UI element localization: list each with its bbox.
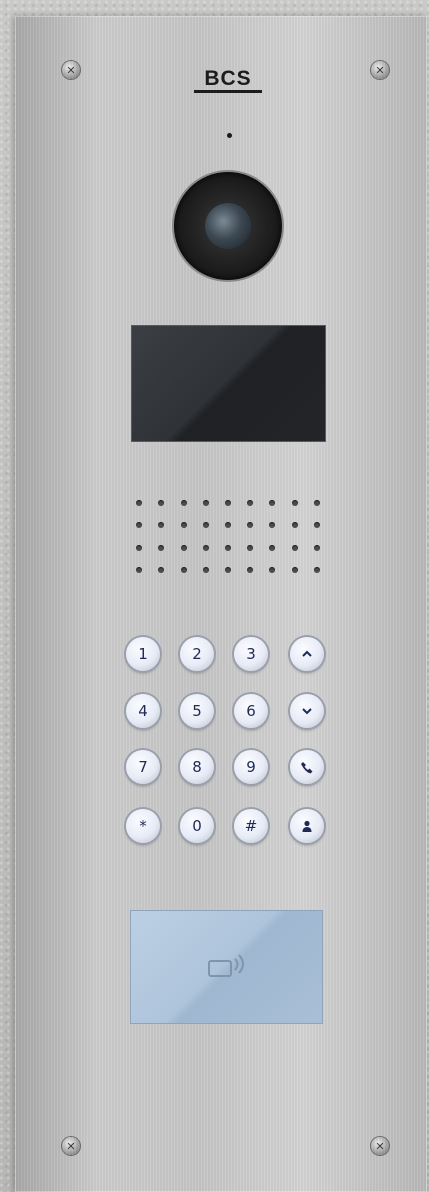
speaker-hole [224,500,231,506]
key-6[interactable]: 6 [234,694,268,728]
speaker-hole [180,544,187,551]
speaker-hole [291,566,298,573]
key-9[interactable]: 9 [234,750,268,784]
speaker-hole [291,522,298,529]
speaker-hole [291,544,298,551]
speaker-hole [247,522,254,529]
chevron-down-icon [300,704,314,718]
speaker-hole [247,544,254,551]
speaker-hole [202,522,209,529]
key-0[interactable]: 0 [180,809,214,843]
key-label: 7 [138,758,148,776]
key-label: # [244,817,258,835]
speaker-hole [158,544,165,551]
speaker-hole [247,500,254,506]
indicator-led [227,133,232,138]
speaker-hole [180,500,187,506]
nfc-card-icon [208,954,244,977]
key-label: 4 [138,702,148,720]
speaker-hole [202,544,209,551]
key-3[interactable]: 3 [234,637,268,671]
chevron-up-icon [300,647,314,661]
key-label: 6 [246,702,256,720]
speaker-hole [269,566,276,573]
speaker-hole [158,566,165,573]
person-icon [300,819,314,833]
key-1[interactable]: 1 [126,637,160,671]
key-label: 3 [246,645,256,663]
speaker-hole [158,522,165,529]
key-label: 9 [246,758,256,776]
screw-icon: ✕ [62,1137,80,1155]
display-screen [131,325,326,442]
call-key[interactable] [290,750,324,784]
speaker-hole [269,500,276,506]
camera-lens-icon [205,203,251,249]
key-label: 0 [192,817,202,835]
speaker-hole [180,566,187,573]
speaker-hole [313,544,320,551]
key-label: 8 [192,758,202,776]
key-label: 5 [192,702,202,720]
card-reader[interactable] [130,910,323,1024]
speaker-hole [136,522,143,529]
speaker-hole [247,566,254,573]
key-label: 1 [138,645,148,663]
speaker-hole [313,500,320,506]
speaker-hole [202,500,209,506]
brand-logo: BCS [194,68,262,93]
speaker-hole [136,544,143,551]
screw-icon: ✕ [371,61,389,79]
phone-icon [300,760,314,774]
speaker-hole [224,544,231,551]
key-8[interactable]: 8 [180,750,214,784]
key-5[interactable]: 5 [180,694,214,728]
speaker-hole [269,544,276,551]
up-arrow-key[interactable] [290,637,324,671]
key-label: * [139,817,147,835]
key-star[interactable]: * [126,809,160,843]
speaker-hole [269,522,276,529]
speaker-hole [313,522,320,529]
key-label: 2 [192,645,202,663]
key-7[interactable]: 7 [126,750,160,784]
speaker-hole [224,522,231,529]
key-4[interactable]: 4 [126,694,160,728]
screw-icon: ✕ [62,61,80,79]
speaker-hole [180,522,187,529]
speaker-hole [136,500,143,506]
speaker-hole [158,500,165,506]
speaker-hole [136,566,143,573]
key-hash[interactable]: # [234,809,268,843]
speaker-hole [224,566,231,573]
screw-icon: ✕ [371,1137,389,1155]
speaker-hole [313,566,320,573]
camera [174,172,282,280]
speaker-grille [128,500,328,580]
key-2[interactable]: 2 [180,637,214,671]
down-arrow-key[interactable] [290,694,324,728]
speaker-hole [202,566,209,573]
contact-key[interactable] [290,809,324,843]
speaker-hole [291,500,298,506]
